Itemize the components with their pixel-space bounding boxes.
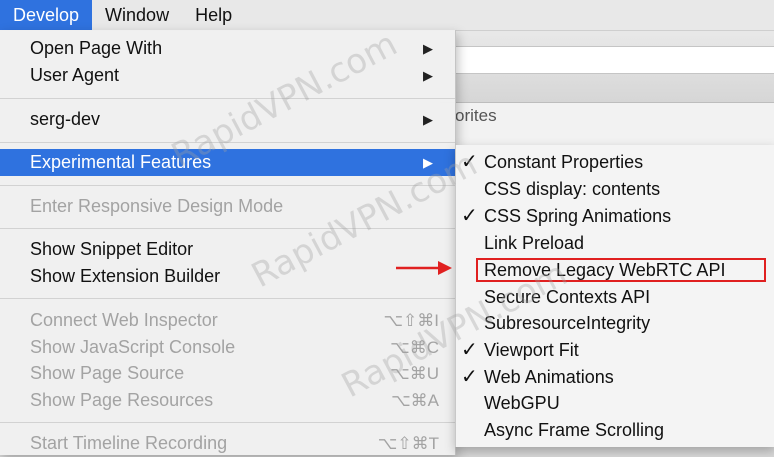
submenu-arrow-icon: ▶ <box>423 112 433 127</box>
menu-item-label: Show Snippet Editor <box>30 239 194 259</box>
address-bar[interactable] <box>450 46 774 74</box>
submenu-item-label: CSS Spring Animations <box>484 206 672 226</box>
menu-item-label: Show Page Source <box>30 363 185 383</box>
submenu-item-label: Web Animations <box>484 367 614 387</box>
favorites-label: orites <box>455 106 497 125</box>
keyboard-shortcut: ⌥⇧⌘T <box>377 434 439 453</box>
menu-item-label: serg-dev <box>30 109 101 129</box>
menu-item-show-page-resources[interactable]: Show Page Resources ⌥⌘A <box>0 387 455 414</box>
submenu-item-css-spring-animations[interactable]: ✓ CSS Spring Animations <box>456 203 774 230</box>
submenu-item-css-display-contents[interactable]: CSS display: contents <box>456 176 774 203</box>
submenu-item-link-preload[interactable]: Link Preload <box>456 230 774 257</box>
menu-item-show-snippet-editor[interactable]: Show Snippet Editor <box>0 236 455 263</box>
menubar-develop[interactable]: Develop <box>0 0 93 30</box>
submenu-item-label: Constant Properties <box>484 152 644 172</box>
menubar-window[interactable]: Window <box>92 0 182 30</box>
develop-menu: Open Page With ▶ User Agent ▶ serg-dev ▶… <box>0 30 456 455</box>
menu-item-label: Show JavaScript Console <box>30 337 236 357</box>
menu-item-label: Start Timeline Recording <box>30 433 228 453</box>
submenu-item-label: Link Preload <box>484 233 585 253</box>
submenu-item-web-animations[interactable]: ✓ Web Animations <box>456 364 774 391</box>
menu-item-label: Show Page Resources <box>30 390 214 410</box>
submenu-item-label: Viewport Fit <box>484 340 579 360</box>
menu-item-label: User Agent <box>30 65 120 85</box>
submenu-item-viewport-fit[interactable]: ✓ Viewport Fit <box>456 337 774 364</box>
menu-item-start-timeline-recording[interactable]: Start Timeline Recording ⌥⇧⌘T <box>0 430 455 457</box>
checkmark-icon: ✓ <box>461 366 478 388</box>
submenu-item-async-frame-scrolling[interactable]: Async Frame Scrolling <box>456 417 774 444</box>
submenu-item-constant-properties[interactable]: ✓ Constant Properties <box>456 149 774 176</box>
menu-item-connect-web-inspector[interactable]: Connect Web Inspector ⌥⇧⌘I <box>0 307 455 334</box>
submenu-arrow-icon: ▶ <box>423 41 433 56</box>
annotation-arrow-icon <box>396 261 452 275</box>
submenu-item-label: WebGPU <box>484 393 560 413</box>
submenu-item-webgpu[interactable]: WebGPU <box>456 390 774 417</box>
menubar-help[interactable]: Help <box>182 0 245 30</box>
menu-item-show-extension-builder[interactable]: Show Extension Builder <box>0 263 455 290</box>
submenu-item-label: CSS display: contents <box>484 179 661 199</box>
keyboard-shortcut: ⌥⌘A <box>391 391 439 410</box>
menu-item-experimental-features[interactable]: Experimental Features ▶ <box>0 149 455 176</box>
checkmark-icon: ✓ <box>461 205 478 227</box>
submenu-arrow-icon: ▶ <box>423 68 433 83</box>
menu-item-label: Enter Responsive Design Mode <box>30 196 284 216</box>
menubar: Develop Window Help <box>0 0 774 31</box>
menu-item-label: Open Page With <box>30 38 163 58</box>
menu-item-label: Connect Web Inspector <box>30 310 218 330</box>
menu-separator <box>0 98 455 99</box>
menu-separator <box>0 298 455 299</box>
submenu-item-label: Async Frame Scrolling <box>484 420 665 440</box>
menu-item-label: Show Extension Builder <box>30 266 221 286</box>
menu-separator <box>0 422 455 423</box>
